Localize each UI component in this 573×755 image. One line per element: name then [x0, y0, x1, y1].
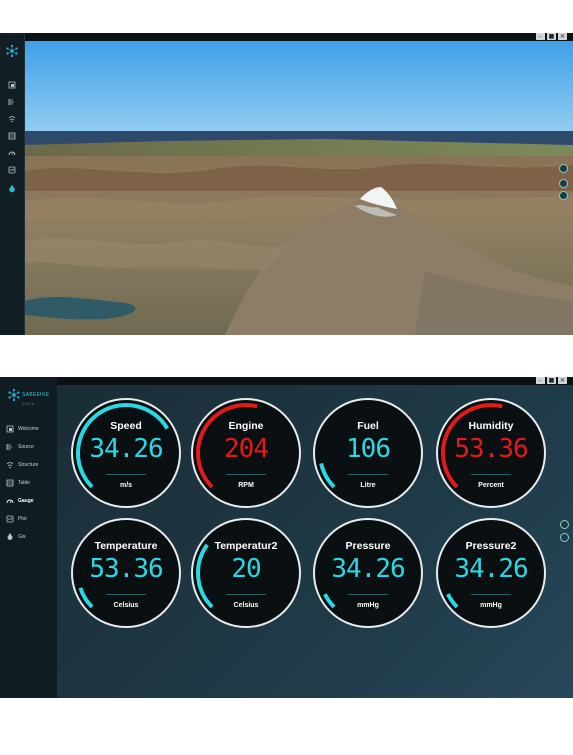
gauge-temperature: Temperature 53.36 Celsius — [69, 516, 183, 630]
gauge-unit: RPM — [238, 482, 254, 489]
gauge-engine: Engine 204 RPM — [189, 396, 303, 510]
gauge-title: Speed — [110, 420, 142, 432]
gauge-value: 34.26 — [454, 554, 528, 584]
gauge-value: 204 — [224, 434, 269, 464]
minimize-button[interactable]: – — [536, 33, 545, 40]
gauge-title: Humidity — [468, 420, 514, 432]
gauge-value: 20 — [231, 554, 261, 584]
gauge-title: Temperature — [94, 540, 158, 552]
gauge-value: 53.36 — [454, 434, 528, 464]
gauge-pressure2: Pressure2 34.26 mmHg — [434, 516, 548, 630]
terrain-image — [25, 41, 573, 335]
close-icon[interactable] — [560, 533, 569, 542]
gauge-divider — [106, 474, 146, 475]
source-icon — [6, 444, 12, 450]
gauge-divider — [471, 594, 511, 595]
title-bar: – ■ ✕ — [0, 377, 573, 385]
nav-label: Table — [18, 480, 30, 486]
structure-icon — [6, 462, 14, 469]
nav-label: Welcome — [18, 426, 39, 432]
gauge-divider — [226, 474, 266, 475]
terrain-viewer-window: – ■ ✕ — [0, 33, 573, 335]
nav-item-plot[interactable]: Plot — [6, 514, 27, 524]
gauge-divider — [348, 474, 388, 475]
structure-icon[interactable] — [8, 115, 16, 123]
gis-icon — [7, 533, 13, 540]
gis-icon[interactable] — [8, 185, 16, 193]
dashboard-window: – ■ ✕ SABEEHIE DATA Welcome Source Struc… — [0, 377, 573, 698]
gauge-icon[interactable] — [8, 149, 16, 157]
gauge-unit: Celsius — [233, 602, 259, 609]
nav-label: Structure — [18, 462, 39, 468]
close-button[interactable]: ✕ — [558, 377, 567, 384]
gauge-unit: m/s — [119, 482, 133, 489]
gauge-value: 106 — [346, 434, 391, 464]
gauge-speed: Speed 34.26 m/s — [69, 396, 183, 510]
nav-item-structure[interactable]: Structure — [6, 460, 38, 470]
gauge-divider — [471, 474, 511, 475]
nav-item-table[interactable]: Table — [6, 478, 30, 488]
nav-item-welcome[interactable]: Welcome — [6, 424, 39, 434]
nav-label: Source — [18, 444, 34, 450]
gauge-humidity: Humidity 53.36 Percent — [434, 396, 548, 510]
gauge-value: 34.26 — [89, 434, 163, 464]
gauge-divider — [106, 594, 146, 595]
title-bar: – ■ ✕ — [0, 33, 573, 41]
gauge-fuel: Fuel 106 Litre — [311, 396, 425, 510]
gauge-divider — [348, 594, 388, 595]
gauge-unit: mmHg — [357, 602, 379, 609]
nav-label: Gauge — [18, 498, 34, 504]
welcome-icon — [6, 425, 14, 433]
gauge-divider — [226, 594, 266, 595]
brand-subtitle: DATA — [22, 402, 35, 406]
table-icon — [6, 479, 14, 487]
app-logo-icon — [8, 388, 20, 402]
close-button[interactable]: ✕ — [558, 33, 567, 40]
nav-item-gauge[interactable]: Gauge — [6, 496, 34, 506]
gauge-pressure: Pressure 34.26 mmHg — [311, 516, 425, 630]
brand-name: SABEEHIE — [22, 392, 50, 398]
target-icon[interactable] — [560, 520, 569, 529]
table-icon[interactable] — [8, 132, 16, 140]
nav-label: Plot — [18, 516, 27, 522]
gauge-title: Pressure — [345, 540, 391, 552]
terrain-3d-view[interactable] — [25, 41, 573, 335]
nav-item-source[interactable]: Source — [6, 442, 34, 452]
gauge-value: 34.26 — [331, 554, 405, 584]
gauge-icon — [6, 499, 14, 504]
minimize-button[interactable]: – — [536, 377, 545, 384]
sidebar: SABEEHIE DATA Welcome Source Structure T… — [0, 377, 57, 698]
sidebar — [0, 33, 25, 335]
gauge-temperatur2: Temperatur2 20 Celsius — [189, 516, 303, 630]
gauge-value: 53.36 — [89, 554, 163, 584]
gauge-title: Fuel — [357, 420, 379, 432]
layers-icon[interactable] — [8, 81, 16, 89]
nav-label: Gis — [18, 534, 26, 540]
zoom-out-icon[interactable] — [559, 191, 568, 200]
plot-icon — [6, 515, 14, 523]
gauge-unit: Percent — [478, 482, 504, 489]
app-logo-icon — [6, 44, 18, 58]
nav-item-gis[interactable]: Gis — [6, 532, 26, 542]
gauge-title: Pressure2 — [465, 540, 517, 552]
compass-icon[interactable] — [559, 164, 568, 173]
maximize-button[interactable]: ■ — [547, 377, 556, 384]
gauge-title: Temperatur2 — [214, 540, 278, 552]
gauge-unit: mmHg — [480, 602, 502, 609]
maximize-button[interactable]: ■ — [547, 33, 556, 40]
gauge-unit: Litre — [360, 482, 376, 489]
gauge-unit: Celsius — [113, 602, 139, 609]
zoom-in-icon[interactable] — [559, 179, 568, 188]
plot-icon[interactable] — [8, 166, 16, 174]
gauge-title: Engine — [228, 420, 264, 432]
gauge-panel: Speed 34.26 m/s Engine 204 RPM Fuel 106 Litre Hum… — [57, 385, 573, 698]
source-icon[interactable] — [8, 98, 16, 106]
